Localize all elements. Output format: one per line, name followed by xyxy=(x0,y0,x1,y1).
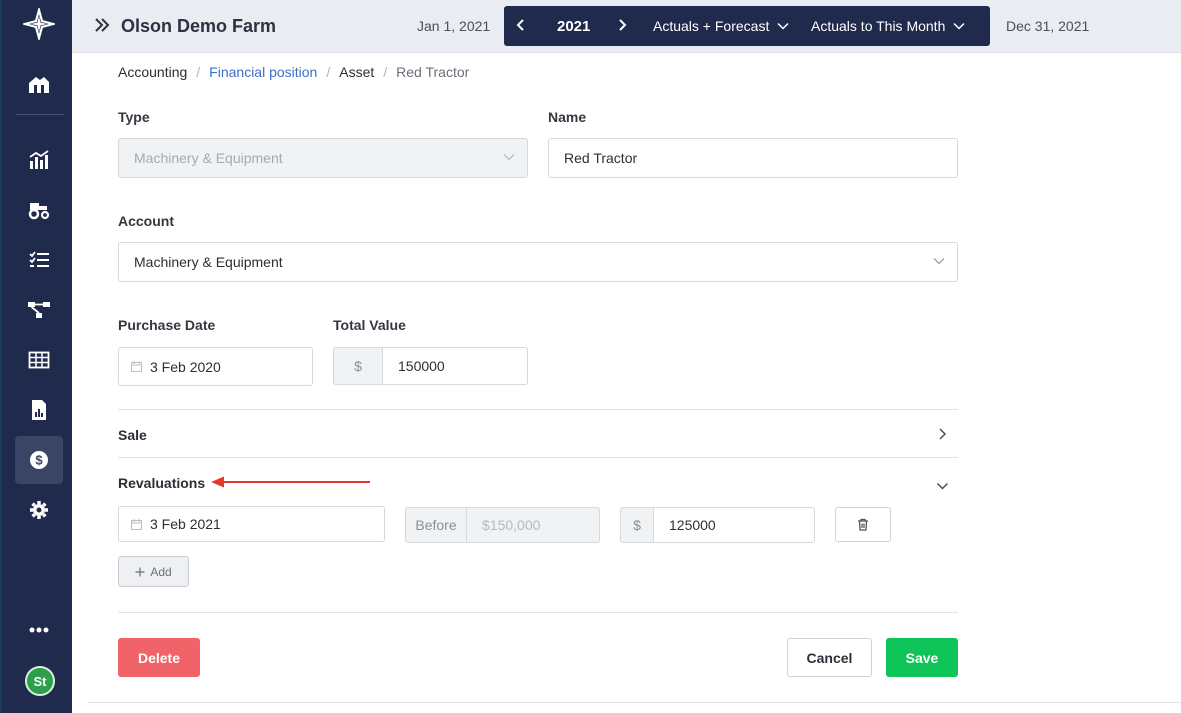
name-input-value: Red Tractor xyxy=(564,150,638,166)
chevron-down-icon xyxy=(503,154,515,161)
add-button-label: Add xyxy=(150,564,172,579)
previous-year-button[interactable] xyxy=(516,18,526,35)
total-value-input[interactable]: 150000 xyxy=(383,347,528,385)
more-icon[interactable] xyxy=(15,606,63,654)
trash-icon xyxy=(858,518,868,531)
chevron-down-icon[interactable] xyxy=(936,478,949,494)
dollar-icon[interactable]: $ xyxy=(15,436,63,484)
top-bar: Olson Demo Farm Jan 1, 2021 2021 Actuals… xyxy=(72,0,1181,53)
task-list-icon[interactable] xyxy=(15,236,63,284)
name-label: Name xyxy=(548,109,587,125)
calendar-icon xyxy=(131,361,142,372)
workflow-icon[interactable] xyxy=(15,286,63,334)
section-divider xyxy=(118,457,958,458)
annotation-arrow xyxy=(210,475,372,492)
expand-sidebar-icon[interactable] xyxy=(94,17,110,36)
save-button[interactable]: Save xyxy=(886,638,958,677)
purchase-date-value: 3 Feb 2020 xyxy=(150,358,221,375)
gear-icon[interactable] xyxy=(15,486,63,534)
delete-button[interactable]: Delete xyxy=(118,638,200,677)
farm-title: Olson Demo Farm xyxy=(121,16,277,36)
farm-home-icon[interactable] xyxy=(15,60,63,108)
report-icon[interactable] xyxy=(15,386,63,434)
breadcrumb-asset[interactable]: Asset xyxy=(339,64,374,80)
before-value: $150,000 xyxy=(482,517,541,533)
plus-icon xyxy=(135,567,145,576)
range-label: Actuals to This Month xyxy=(811,18,946,34)
account-select-value: Machinery & Equipment xyxy=(134,254,283,270)
account-label: Account xyxy=(118,213,174,229)
data-mode-label: Actuals + Forecast xyxy=(653,18,770,34)
sale-section-title[interactable]: Sale xyxy=(118,427,147,443)
table-grid-icon[interactable] xyxy=(15,336,63,384)
calendar-icon xyxy=(131,518,142,530)
avatar[interactable]: St xyxy=(25,666,55,696)
currency-addon: $ xyxy=(333,347,383,385)
section-divider xyxy=(118,612,958,613)
type-label: Type xyxy=(118,109,150,125)
delete-revaluation-button[interactable] xyxy=(835,507,891,542)
data-mode-dropdown[interactable]: Actuals + Forecast xyxy=(653,18,789,34)
revaluation-currency-addon: $ xyxy=(620,507,654,543)
type-select-value: Machinery & Equipment xyxy=(134,150,283,166)
purchase-date-picker[interactable]: 3 Feb 2020 xyxy=(118,347,313,386)
period-selector: 2021 Actuals + Forecast Actuals to This … xyxy=(504,6,990,46)
svg-text:$: $ xyxy=(35,453,43,468)
sidebar: $ St xyxy=(0,0,72,713)
breadcrumb: Accounting / Financial position / Asset … xyxy=(118,64,470,80)
logo-icon[interactable] xyxy=(15,0,63,48)
revaluation-date-value: 3 Feb 2021 xyxy=(150,516,221,532)
revaluation-date-picker[interactable]: 3 Feb 2021 xyxy=(118,506,385,542)
cancel-button[interactable]: Cancel xyxy=(787,638,872,677)
year-label: 2021 xyxy=(557,18,591,35)
revaluation-amount-value: 125000 xyxy=(669,517,716,533)
breadcrumb-financial-position[interactable]: Financial position xyxy=(209,64,317,80)
chevron-down-icon xyxy=(953,22,965,30)
account-select[interactable]: Machinery & Equipment xyxy=(118,242,958,282)
breadcrumb-current: Red Tractor xyxy=(396,64,470,80)
footer-divider xyxy=(88,702,1181,703)
before-value-field: $150,000 xyxy=(467,507,600,543)
analytics-chart-icon[interactable] xyxy=(15,136,63,184)
sidebar-divider xyxy=(16,114,64,115)
total-value-label: Total Value xyxy=(333,317,406,333)
total-value-input-value: 150000 xyxy=(398,358,445,374)
chevron-down-icon xyxy=(777,22,789,30)
revaluations-section-title[interactable]: Revaluations xyxy=(118,475,205,491)
range-dropdown[interactable]: Actuals to This Month xyxy=(811,18,965,34)
before-addon: Before xyxy=(405,507,467,543)
add-revaluation-button[interactable]: Add xyxy=(118,556,189,587)
next-year-button[interactable] xyxy=(617,18,627,35)
section-divider xyxy=(118,409,958,410)
chevron-down-icon xyxy=(933,258,945,265)
name-input[interactable]: Red Tractor xyxy=(548,138,958,178)
type-select[interactable]: Machinery & Equipment xyxy=(118,138,528,178)
chevron-right-icon[interactable] xyxy=(937,427,947,444)
period-start-date: Jan 1, 2021 xyxy=(417,18,491,34)
period-end-date: Dec 31, 2021 xyxy=(1006,18,1090,34)
breadcrumb-accounting[interactable]: Accounting xyxy=(118,64,187,80)
tractor-icon[interactable] xyxy=(15,186,63,234)
purchase-date-label: Purchase Date xyxy=(118,317,216,333)
revaluation-amount-input[interactable]: 125000 xyxy=(654,507,815,543)
